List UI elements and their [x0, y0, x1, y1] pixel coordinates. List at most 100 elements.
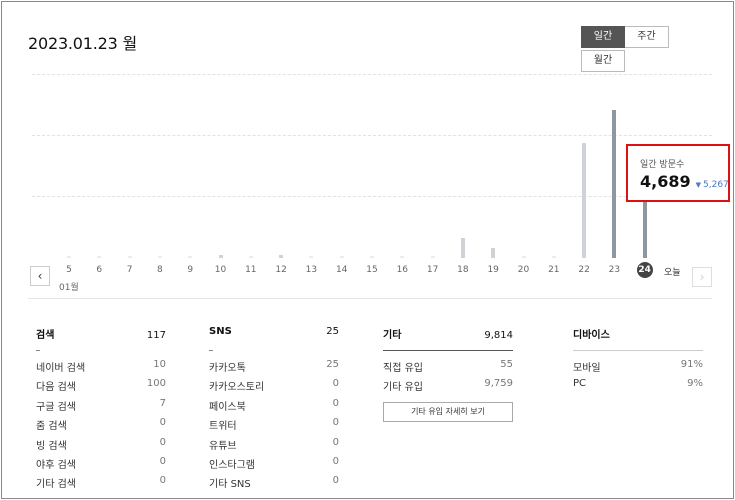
section-divider	[28, 298, 712, 299]
weekly-tab[interactable]: 주간	[625, 26, 669, 48]
search-row-label: 야후 검색	[36, 459, 76, 471]
sns-row-label: 기타 SNS	[209, 479, 251, 491]
chevron-right-icon: ›	[699, 270, 705, 284]
tooltip-value: 4,689	[640, 172, 691, 191]
sns-row: 카카오스토리 0	[209, 378, 339, 397]
search-row: 줌 검색 0	[36, 417, 166, 436]
search-row: 네이버 검색 10	[36, 359, 166, 378]
grid-line	[32, 74, 712, 75]
sns-row-value: 0	[332, 417, 339, 429]
search-total: 117	[146, 330, 166, 341]
daily-visits-tooltip: 일간 방문수 4,689 ▼ 5,267	[626, 144, 730, 202]
device-row-value: 9%	[687, 378, 703, 390]
search-row: 다음 검색 100	[36, 378, 166, 397]
sns-row-value: 0	[332, 397, 339, 409]
search-stats: 검색 117 네이버 검색 10 다음 검색 100 구글 검색 7 줌 검색 0 빙 검색 0 야…	[36, 326, 166, 495]
chart-bar-22[interactable]	[582, 143, 587, 258]
device-stats: 디바이스 모바일 91% PC 9%	[573, 326, 703, 398]
device-row-value: 91%	[680, 359, 703, 370]
chart-bar-10[interactable]	[218, 255, 223, 258]
sns-row: 카카오톡 25	[209, 359, 339, 378]
search-row: 기타 검색 0	[36, 475, 166, 494]
search-row-label: 줌 검색	[36, 421, 67, 433]
chart-bar-8[interactable]	[157, 256, 162, 258]
chart-bar-23[interactable]	[612, 110, 617, 258]
x-tick-11: 11	[245, 265, 257, 275]
search-row-value: 0	[159, 475, 166, 487]
search-row: 구글 검색 7	[36, 398, 166, 417]
etc-row-label: 기타 유입	[383, 382, 423, 394]
chart-bar-18[interactable]	[460, 238, 465, 258]
x-tick-23: 23	[608, 265, 621, 275]
chart-bar-9[interactable]	[188, 256, 193, 258]
x-tick-13: 13	[305, 265, 318, 275]
tooltip-label: 일간 방문수	[640, 160, 685, 170]
chart-bar-15[interactable]	[370, 256, 374, 258]
chart-bar-5[interactable]	[67, 256, 71, 258]
chart-bar-14[interactable]	[339, 256, 344, 258]
chart-bar-16[interactable]	[400, 256, 405, 258]
search-row-label: 다음 검색	[36, 382, 76, 394]
search-row-value: 7	[159, 397, 166, 409]
x-tick-10: 10	[214, 265, 227, 275]
sns-row-label: 카카오스토리	[209, 382, 265, 394]
sns-row: 페이스북 0	[209, 398, 339, 417]
x-tick-18: 18	[457, 265, 469, 275]
sns-row: 기타 SNS 0	[209, 475, 339, 494]
visitor-stats-panel: 2023.01.23 월 일간 주간 월간 ‹ 5 6 7 8 9 10 11 12 13 14 1…	[1, 1, 734, 499]
x-tick-20: 20	[517, 265, 530, 275]
grid-line	[32, 196, 712, 197]
sns-row: 인스타그램 0	[209, 456, 339, 475]
sns-row-label: 트위터	[209, 421, 237, 433]
monthly-option[interactable]: 월간	[581, 50, 625, 72]
chart-bar-17[interactable]	[430, 256, 435, 258]
daily-tab[interactable]: 일간	[581, 26, 625, 48]
chart-bar-21[interactable]	[551, 256, 556, 258]
x-tick-19: 19	[487, 265, 499, 275]
prev-period-button[interactable]: ‹	[30, 266, 50, 286]
chevron-left-icon: ‹	[37, 269, 43, 283]
search-row: 야후 검색 0	[36, 456, 166, 475]
search-rows: 네이버 검색 10 다음 검색 100 구글 검색 7 줌 검색 0 빙 검색 0 야후 검색 0 기타…	[36, 359, 166, 495]
caret-down-icon: ▼	[695, 181, 701, 189]
search-row-value: 100	[146, 378, 166, 390]
search-row-value: 0	[159, 417, 166, 429]
x-tick-17: 17	[426, 265, 439, 275]
chart-bar-20[interactable]	[521, 256, 526, 258]
sns-row-label: 유튜브	[209, 440, 237, 452]
next-period-button[interactable]: ›	[692, 267, 712, 287]
chart-bar-19[interactable]	[491, 248, 496, 258]
chart-bar-13[interactable]	[309, 256, 314, 258]
sns-rows: 카카오톡 25 카카오스토리 0 페이스북 0 트위터 0 유튜브 0 인스타그램 0 기타 SNS 0	[209, 359, 339, 495]
chart-bar-7[interactable]	[127, 256, 132, 258]
search-row: 빙 검색 0	[36, 437, 166, 456]
sns-row-label: 카카오톡	[209, 363, 246, 374]
today-label: 오늘	[664, 268, 681, 278]
search-row-label: 기타 검색	[36, 479, 76, 491]
sns-stats: SNS 25 카카오톡 25 카카오스토리 0 페이스북 0 트위터 0 유튜브 0 인스타그램 0 기…	[209, 326, 339, 495]
etc-stats: 기타 9,814 직접 유입 55 기타 유입 9,759 기타 유입 자세히 보기	[383, 326, 513, 422]
sns-row-label: 인스타그램	[209, 459, 255, 471]
month-label: 01월	[59, 283, 79, 293]
sns-title: SNS	[209, 326, 232, 337]
etc-detail-button[interactable]: 기타 유입 자세히 보기	[383, 401, 513, 422]
search-row-label: 빙 검색	[36, 440, 67, 452]
etc-row-value: 55	[500, 359, 513, 370]
grid-line	[32, 135, 712, 136]
search-title: 검색	[36, 330, 55, 341]
chart-x-axis: ‹ 5 6 7 8 9 10 11 12 13 14 15 16 17 18 19 20 21 22 23 24 01…	[2, 260, 733, 293]
device-row-label: 모바일	[573, 363, 601, 374]
x-tick-6: 6	[96, 265, 103, 275]
chart-bar-11[interactable]	[248, 256, 253, 258]
x-tick-5: 5	[66, 265, 72, 275]
x-tick-7: 7	[126, 265, 133, 275]
x-tick-15: 15	[366, 265, 378, 275]
sns-row: 유튜브 0	[209, 437, 339, 456]
sns-row-value: 25	[326, 359, 339, 370]
x-tick-14: 14	[335, 265, 348, 275]
chart-bar-6[interactable]	[97, 256, 102, 258]
device-rows: 모바일 91% PC 9%	[573, 359, 703, 398]
chart-bar-12[interactable]	[279, 255, 284, 258]
sns-row-label: 페이스북	[209, 401, 246, 413]
search-row-value: 0	[159, 455, 166, 467]
